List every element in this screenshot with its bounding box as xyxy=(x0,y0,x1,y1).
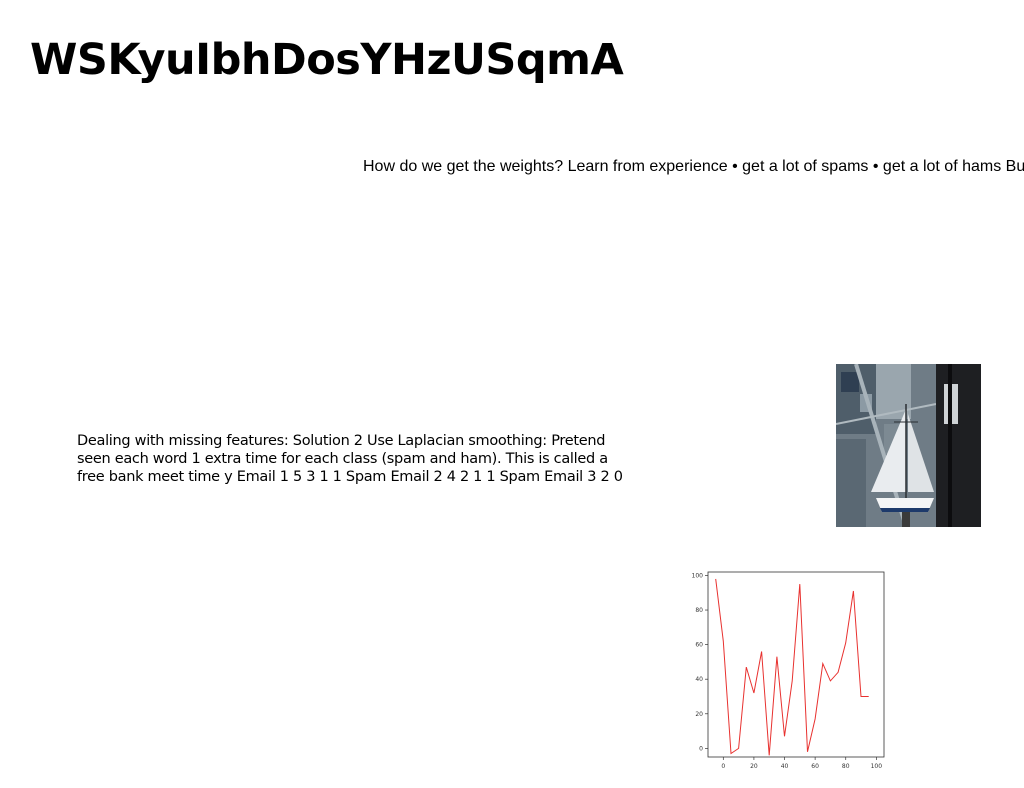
slide-body-text: Dealing with missing features: Solution … xyxy=(77,433,623,485)
y-tick-label: 40 xyxy=(695,676,703,683)
y-tick-label: 0 xyxy=(699,745,703,752)
x-tick-label: 100 xyxy=(871,763,883,770)
x-tick-label: 40 xyxy=(781,763,789,770)
x-tick-label: 80 xyxy=(842,763,850,770)
y-tick-label: 100 xyxy=(692,572,704,579)
slide-subtitle: How do we get the weights? Learn from ex… xyxy=(363,158,1024,175)
line-chart: 0 20 40 60 80 100 0 20 40 60 80 100 xyxy=(692,571,885,770)
slide-title: WSKyuIbhDosYHzUSqmA xyxy=(30,35,624,85)
x-tick-label: 0 xyxy=(721,763,725,770)
series-line xyxy=(715,578,869,756)
y-tick-label: 20 xyxy=(695,711,703,718)
x-tick-label: 60 xyxy=(811,763,819,770)
plot-frame xyxy=(707,571,885,758)
y-tick-label: 60 xyxy=(695,642,703,649)
y-tick-label: 80 xyxy=(695,607,703,614)
x-tick-label: 20 xyxy=(750,763,758,770)
sailboat-photo xyxy=(836,364,981,527)
